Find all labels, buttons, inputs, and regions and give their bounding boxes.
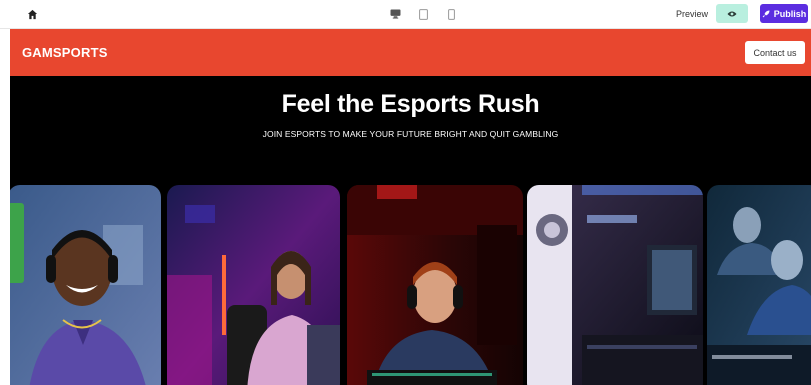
preview-label: Preview — [675, 8, 708, 19]
publish-button[interactable]: Publish — [760, 4, 808, 23]
preview-toggle[interactable] — [716, 4, 748, 23]
gaming-room-photo — [527, 185, 703, 385]
publish-label: Publish — [773, 8, 807, 19]
lan-gamers-photo — [707, 185, 811, 385]
editor-toolbar: Preview Publish — [0, 0, 811, 29]
contact-us-button[interactable]: Contact us — [745, 41, 805, 64]
toolbar-actions: Preview Publish — [676, 4, 808, 23]
brand-logo[interactable]: GAMSPORTS — [22, 45, 108, 60]
smiling-gamer-photo — [10, 185, 161, 385]
device-switcher — [386, 5, 460, 23]
gamer-red-light-photo — [347, 185, 523, 385]
gamer-pink-hoodie-photo — [167, 185, 340, 385]
mobile-icon[interactable] — [442, 5, 460, 23]
rocket-icon — [762, 10, 770, 17]
eye-icon — [727, 11, 737, 16]
site-navbar: GAMSPORTS Contact us — [10, 29, 811, 76]
hero-subtitle: JOIN ESPORTS TO MAKE YOUR FUTURE BRIGHT … — [262, 129, 559, 139]
home-icon[interactable] — [24, 6, 40, 22]
hero-title: Feel the Esports Rush — [281, 90, 540, 118]
hero-section: Feel the Esports Rush JOIN ESPORTS TO MA… — [10, 76, 811, 385]
tablet-icon[interactable] — [414, 5, 432, 23]
desktop-icon[interactable] — [386, 5, 404, 23]
